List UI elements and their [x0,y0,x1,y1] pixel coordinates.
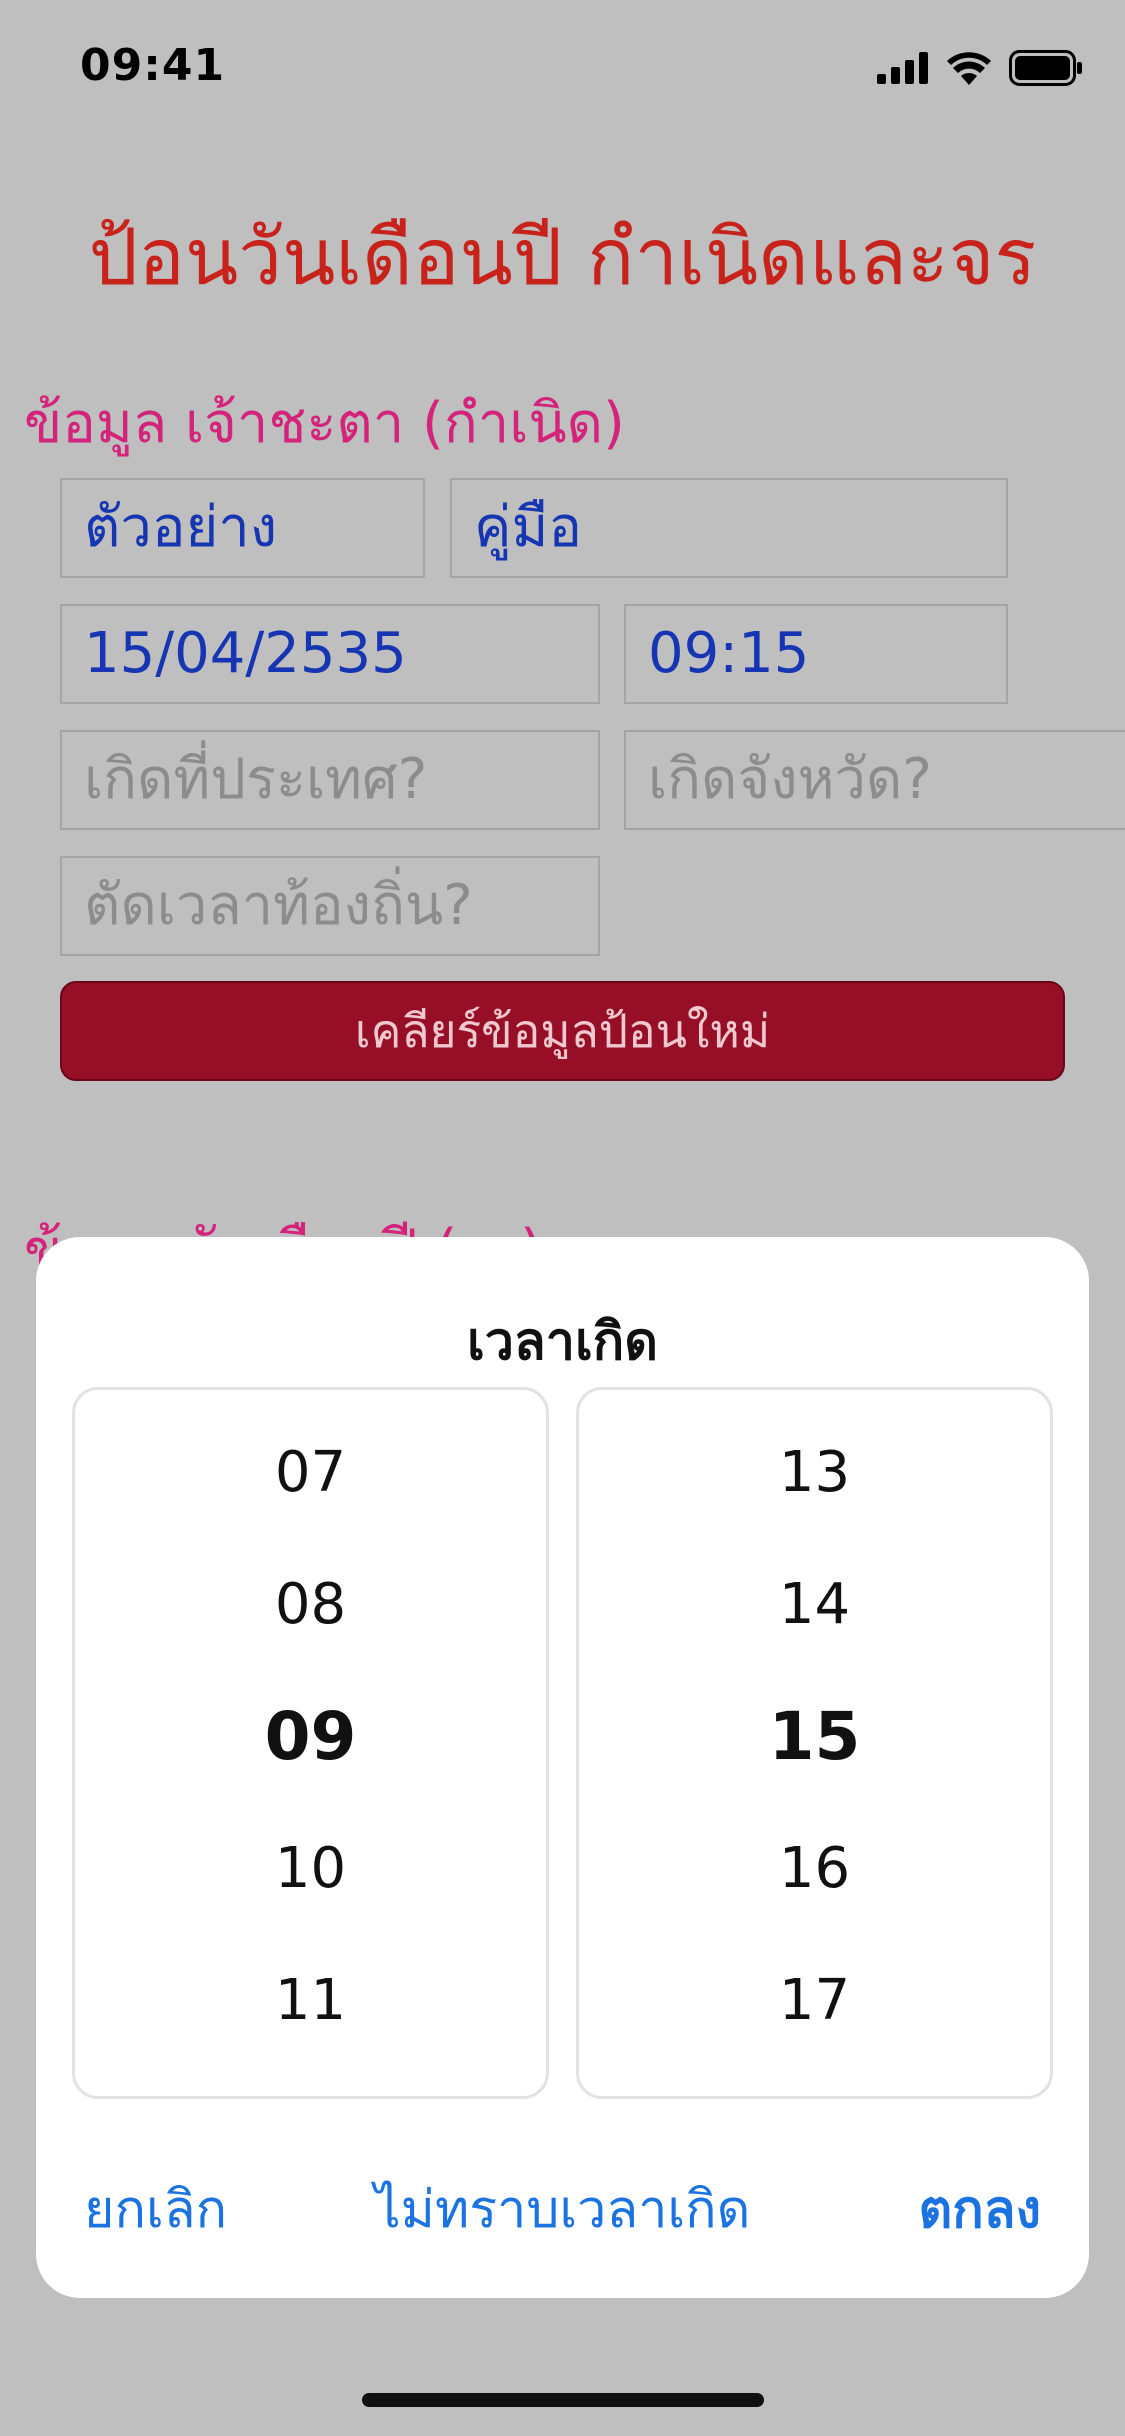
hour-wheel[interactable]: 07 08 09 10 11 [72,1387,549,2099]
birth-time-field[interactable]: 09:15 [624,604,1008,704]
minute-option[interactable]: 13 [579,1440,1050,1505]
wifi-icon [947,52,991,85]
minute-option[interactable]: 17 [579,1968,1050,2033]
hour-option[interactable]: 08 [75,1572,546,1637]
hour-option-selected[interactable]: 09 [75,1698,546,1775]
ok-button[interactable]: ตกลง [918,2167,1041,2250]
time-picker-title: เวลาเกิด [466,1312,659,1372]
cellular-signal-icon [877,52,928,84]
first-name-field[interactable]: ตัวอย่าง [60,478,425,578]
minute-option[interactable]: 14 [579,1572,1050,1637]
clear-data-button[interactable]: เคลียร์ข้อมูลป้อนใหม่ [60,981,1065,1081]
birth-country-field[interactable]: เกิดที่ประเทศ? [60,730,600,830]
page-title: ป้อนวันเดือนปี กำเนิดและจร [88,213,1037,303]
home-indicator [362,2393,764,2407]
hour-option[interactable]: 10 [75,1836,546,1901]
status-bar-icons [877,48,1083,88]
hour-option[interactable]: 07 [75,1440,546,1505]
birth-province-field[interactable]: เกิดจังหวัด? [624,730,1125,830]
minute-wheel[interactable]: 13 14 15 16 17 [576,1387,1053,2099]
birth-section-title: ข้อมูล เจ้าชะตา (กำเนิด) [24,391,625,456]
hour-option[interactable]: 11 [75,1968,546,2033]
battery-icon [1009,50,1082,86]
minute-option-selected[interactable]: 15 [579,1698,1050,1775]
minute-option[interactable]: 16 [579,1836,1050,1901]
status-bar-time: 09:41 [80,40,226,91]
local-time-field[interactable]: ตัดเวลาท้องถิ่น? [60,856,600,956]
birth-date-field[interactable]: 15/04/2535 [60,604,600,704]
time-picker-sheet: เวลาเกิด 07 08 09 10 11 13 14 15 16 17 ย… [36,1237,1089,2298]
last-name-field[interactable]: คู่มือ [450,478,1008,578]
